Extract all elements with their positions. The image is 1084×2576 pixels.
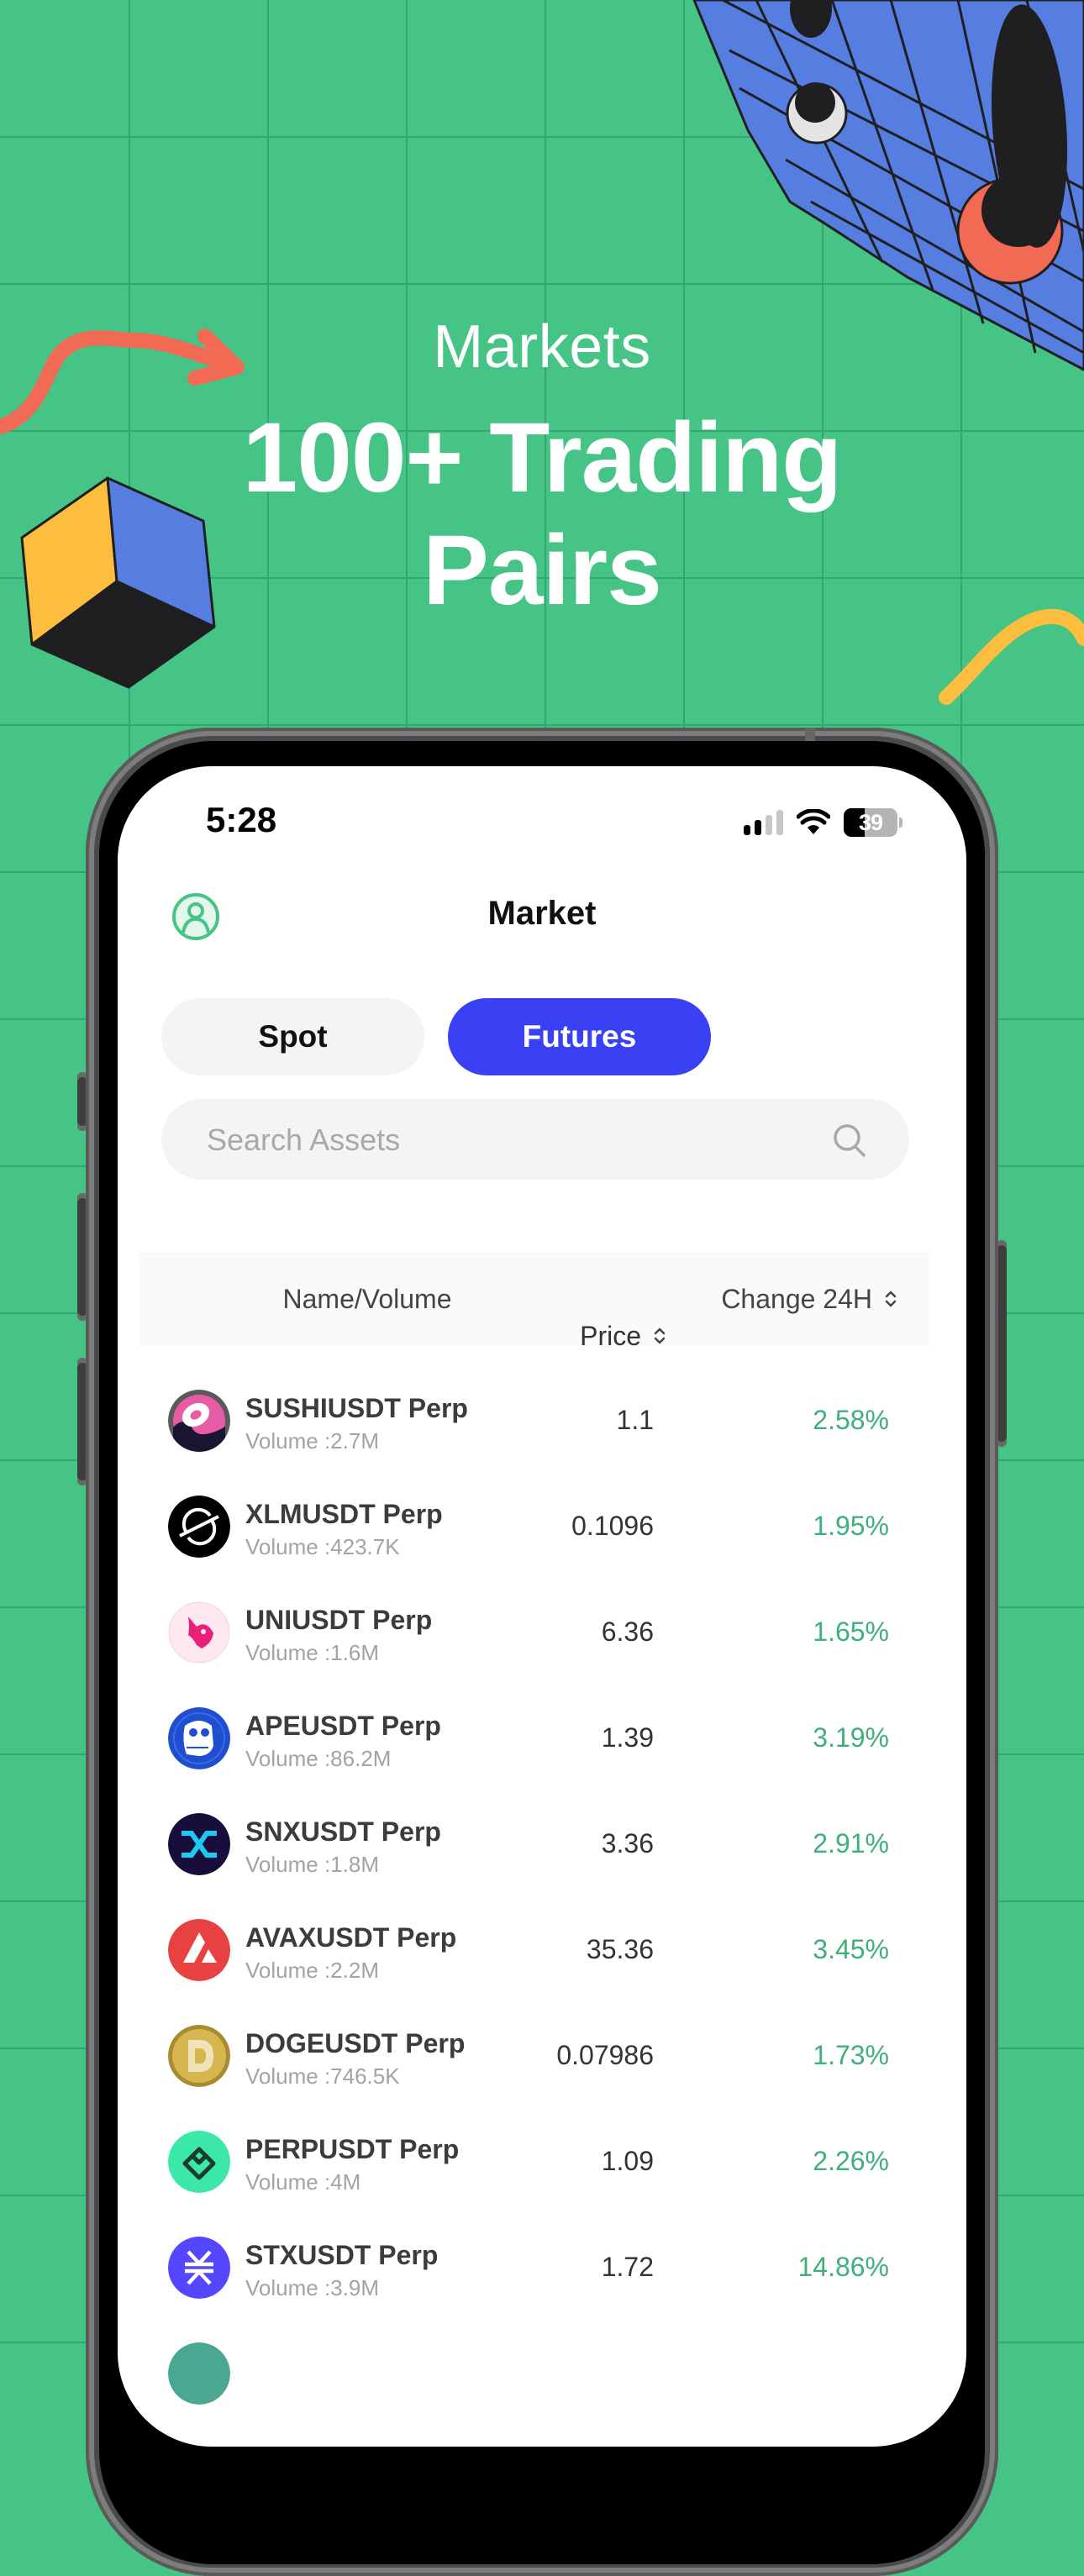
sort-icon bbox=[885, 1291, 897, 1307]
pair-price: 1.09 bbox=[601, 2146, 654, 2176]
pair-price: 6.36 bbox=[601, 1617, 654, 1647]
pair-price: 1.1 bbox=[616, 1405, 654, 1435]
avalanche-icon bbox=[168, 1919, 230, 1981]
pair-price: 35.36 bbox=[586, 1934, 654, 1964]
sort-icon bbox=[654, 1327, 666, 1344]
pair-name: SUSHIUSDT Perp bbox=[245, 1393, 468, 1423]
cellular-signal-icon bbox=[744, 810, 783, 835]
perpetual-protocol-icon bbox=[168, 2131, 230, 2193]
coin-icon bbox=[168, 2342, 230, 2405]
pair-change: 1.73% bbox=[813, 2040, 889, 2070]
pair-price: 3.36 bbox=[601, 1828, 654, 1858]
market-row[interactable]: XLMUSDT Perp Volume :423.7K 0.1096 1.95% bbox=[118, 1474, 966, 1580]
pair-change: 14.86% bbox=[797, 2252, 889, 2282]
battery-cap bbox=[899, 817, 902, 828]
market-row[interactable]: UNIUSDT Perp Volume :1.6M 6.36 1.65% bbox=[118, 1580, 966, 1685]
battery-icon: 39 bbox=[844, 808, 897, 837]
pair-change: 3.45% bbox=[813, 1934, 889, 1964]
pair-volume: Volume :3.9M bbox=[245, 2275, 379, 2300]
market-row[interactable]: STXUSDT Perp Volume :3.9M 1.72 14.86% bbox=[118, 2215, 966, 2321]
status-time: 5:28 bbox=[206, 800, 277, 839]
search-bar bbox=[161, 1099, 909, 1181]
pair-change: 1.95% bbox=[813, 1511, 889, 1541]
pair-name: APEUSDT Perp bbox=[245, 1711, 441, 1741]
search-icon[interactable] bbox=[832, 1122, 867, 1158]
tab-futures[interactable]: Futures bbox=[448, 998, 711, 1075]
pair-name: XLMUSDT Perp bbox=[245, 1499, 443, 1529]
stellar-xlm-icon bbox=[168, 1496, 230, 1558]
market-row[interactable]: SUSHIUSDT Perp Volume :2.7M 1.1 2.58% bbox=[118, 1368, 966, 1474]
dogecoin-icon bbox=[168, 2025, 230, 2087]
phone-screen: 5:28 39 Market Spot Futures Name/ bbox=[118, 766, 966, 2447]
pair-change: 2.26% bbox=[813, 2146, 889, 2176]
search-input[interactable] bbox=[205, 1099, 847, 1181]
pair-volume: Volume :1.6M bbox=[245, 1640, 379, 1665]
pair-change: 3.19% bbox=[813, 1722, 889, 1753]
pair-price: 0.07986 bbox=[556, 2040, 654, 2070]
pair-volume: Volume :2.2M bbox=[245, 1958, 379, 1983]
pair-volume: Volume :1.8M bbox=[245, 1852, 379, 1877]
column-header-price-label: Price bbox=[580, 1320, 641, 1351]
hero-title-line-2: Pairs bbox=[423, 515, 662, 626]
uniswap-icon bbox=[168, 1601, 230, 1664]
pair-price: 1.72 bbox=[601, 2252, 654, 2282]
market-row[interactable]: SNXUSDT Perp Volume :1.8M 3.36 2.91% bbox=[118, 1791, 966, 1897]
apecoin-icon bbox=[168, 1707, 230, 1769]
pair-volume: Volume :4M bbox=[245, 2169, 361, 2195]
market-row[interactable]: AVAXUSDT Perp Volume :2.2M 35.36 3.45% bbox=[118, 1897, 966, 2003]
market-row[interactable]: PERPUSDT Perp Volume :4M 1.09 2.26% bbox=[118, 2109, 966, 2215]
market-row[interactable]: APEUSDT Perp Volume :86.2M 1.39 3.19% bbox=[118, 1685, 966, 1791]
pair-volume: Volume :86.2M bbox=[245, 1746, 392, 1771]
pair-price: 0.1096 bbox=[571, 1511, 654, 1541]
table-header: Name/Volume Price Change 24H bbox=[139, 1252, 931, 1351]
pair-price: 1.39 bbox=[601, 1722, 654, 1753]
column-header-change[interactable]: Change 24H bbox=[721, 1252, 897, 1346]
tab-spot[interactable]: Spot bbox=[161, 998, 424, 1075]
market-row[interactable]: DOGEUSDT Perp Volume :746.5K 0.07986 1.7… bbox=[118, 2003, 966, 2109]
pair-name: DOGEUSDT Perp bbox=[245, 2028, 466, 2058]
synthetix-icon bbox=[168, 1813, 230, 1875]
column-header-change-label: Change 24H bbox=[721, 1283, 872, 1314]
yellow-curve-illustration bbox=[939, 608, 1084, 705]
pair-change: 2.58% bbox=[813, 1405, 889, 1435]
wifi-icon bbox=[797, 809, 830, 834]
hero-title-line-1: 100+ Trading bbox=[242, 402, 843, 513]
market-row-partial[interactable] bbox=[118, 2321, 966, 2426]
hero-title: 100+ Trading Pairs bbox=[0, 402, 1084, 627]
sushi-icon bbox=[168, 1390, 230, 1452]
pair-name: UNIUSDT Perp bbox=[245, 1605, 433, 1635]
pair-change: 1.65% bbox=[813, 1617, 889, 1647]
pair-change: 2.91% bbox=[813, 1828, 889, 1858]
pair-name: STXUSDT Perp bbox=[245, 2240, 439, 2270]
pair-name: AVAXUSDT Perp bbox=[245, 1922, 457, 1953]
stacks-icon bbox=[168, 2237, 230, 2299]
pair-name: SNXUSDT Perp bbox=[245, 1816, 441, 1847]
page-title: Market bbox=[487, 895, 597, 932]
pair-volume: Volume :423.7K bbox=[245, 1534, 400, 1559]
status-icons: 39 bbox=[744, 808, 902, 837]
hero-subtitle: Markets bbox=[433, 313, 651, 381]
pair-volume: Volume :2.7M bbox=[245, 1428, 379, 1454]
column-header-name[interactable]: Name/Volume bbox=[283, 1252, 452, 1346]
pair-volume: Volume :746.5K bbox=[245, 2063, 400, 2089]
market-list: SUSHIUSDT Perp Volume :2.7M 1.1 2.58% XL… bbox=[118, 1368, 966, 2426]
battery-percent: 39 bbox=[858, 809, 883, 835]
pair-name: PERPUSDT Perp bbox=[245, 2134, 460, 2164]
